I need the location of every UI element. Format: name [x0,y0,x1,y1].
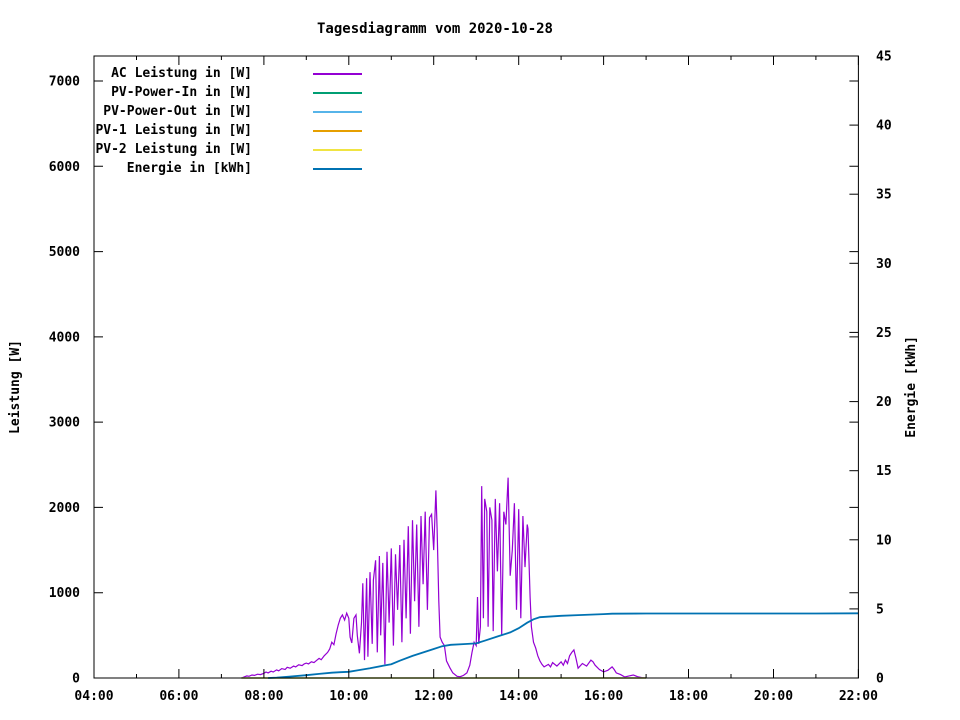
plot-border [93,55,859,679]
y2-tick-label: 45 [876,50,892,65]
plot-area: 04:00 06:00 08:00 10:00 12:00 14:00 16:00 18:00… [49,50,892,705]
x-tick-label: 12:00 [414,689,453,704]
x-tick-label: 14:00 [499,689,538,704]
y-tick-label: 4000 [49,330,80,345]
y-tick-label: 7000 [49,75,80,90]
y-tick-label: 5000 [49,245,80,260]
x-tick-label: 20:00 [754,689,793,704]
x-tick-label: 10:00 [329,689,368,704]
y-tick-label: 6000 [49,160,80,175]
x-tick-label: 18:00 [669,689,708,704]
y2-tick-label: 0 [876,672,884,687]
x-tick-label: 06:00 [159,689,198,704]
y2-tick-label: 10 [876,533,892,548]
y2-tick-label: 30 [876,257,892,272]
y2-tick-label: 5 [876,602,884,617]
y-tick-label: 3000 [49,416,80,431]
y2-tick-label: 40 [876,119,892,134]
y-tick-label: 1000 [49,586,80,601]
series-line-0 [241,477,647,679]
y2-tick-label: 35 [876,188,892,203]
x-tick-label: 04:00 [74,689,113,704]
x-tick-label: 08:00 [244,689,283,704]
y2-tick-label: 15 [876,464,892,479]
y2-tick-label: 20 [876,395,892,410]
x-tick-label: 22:00 [839,689,878,704]
y-tick-label: 0 [72,672,80,687]
x-tick-label: 16:00 [584,689,623,704]
chart-page: { "chart_data": { "type": "line", "title… [0,0,960,720]
y-tick-label: 2000 [49,501,80,516]
y2-tick-label: 25 [876,326,892,341]
